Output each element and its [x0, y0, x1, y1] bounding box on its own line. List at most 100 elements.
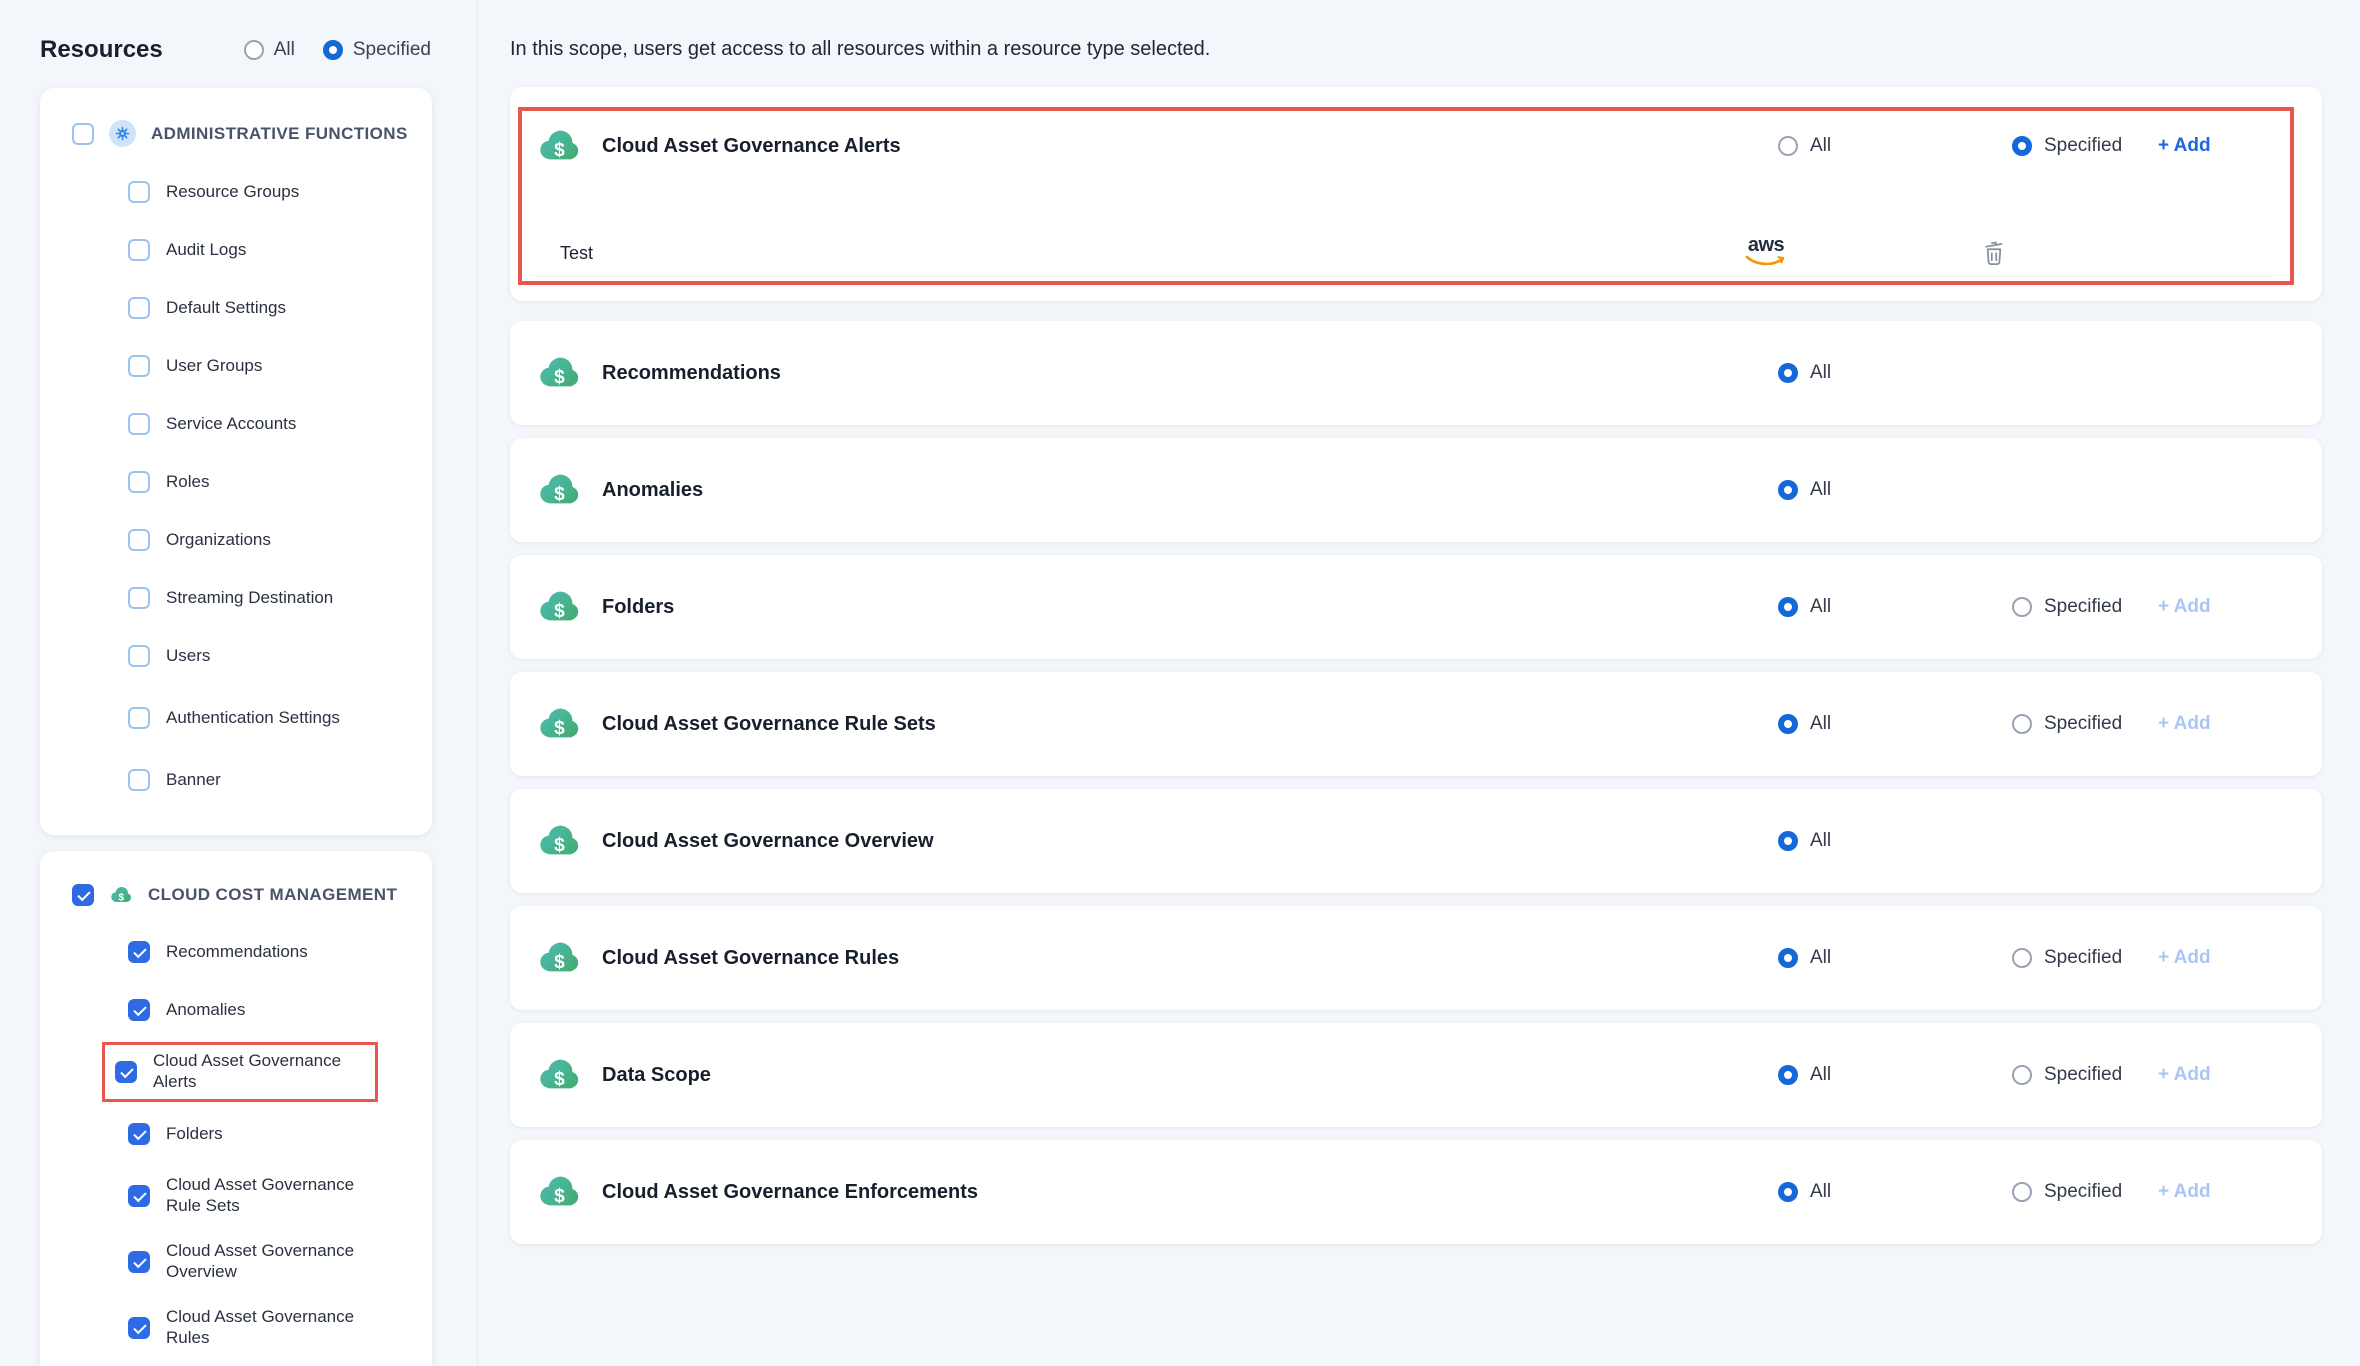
- checkbox-resource-groups[interactable]: [128, 181, 150, 203]
- svg-text:$: $: [554, 1069, 565, 1090]
- specified-label: Specified: [2044, 947, 2122, 969]
- sidebar-item-cloud-asset-governance-overview: Cloud Asset Governance Overview: [40, 1229, 432, 1295]
- svg-text:$: $: [554, 1186, 565, 1207]
- checkbox-cloud-asset-governance-overview[interactable]: [128, 1251, 150, 1273]
- checkbox-service-accounts[interactable]: [128, 413, 150, 435]
- resource-row-header: $ Cloud Asset Governance Rules All Specifie…: [510, 906, 2322, 1010]
- checkbox-recommendations[interactable]: [128, 941, 150, 963]
- checkbox-cloud-asset-governance-rules[interactable]: [128, 1317, 150, 1339]
- scope-all-radio[interactable]: [244, 40, 264, 60]
- all-option: All: [1778, 906, 1831, 1010]
- resource-row-header: $AnomaliesAll: [510, 438, 2322, 542]
- checkbox-default-settings[interactable]: [128, 297, 150, 319]
- trash-icon[interactable]: [1980, 239, 2008, 267]
- resource-scope-main: In this scope, users get access to all r…: [478, 0, 2360, 1366]
- resource-type-name: Cloud Asset Governance Rule Sets: [602, 713, 936, 736]
- add-button[interactable]: + Add: [2158, 1023, 2211, 1127]
- svg-text:$: $: [554, 601, 565, 622]
- resource-row-header: $Cloud Asset Governance AlertsAllSpecifi…: [510, 87, 2322, 205]
- add-button[interactable]: + Add: [2158, 555, 2211, 659]
- specified-option: Specified: [2012, 1023, 2122, 1127]
- svg-text:$: $: [554, 952, 565, 973]
- specified-label: Specified: [2044, 1181, 2122, 1203]
- checkbox-cloud-asset-governance-alerts[interactable]: [115, 1061, 137, 1083]
- specified-radio[interactable]: [2012, 714, 2032, 734]
- scope-option-specified: Specified: [323, 39, 431, 61]
- specified-radio[interactable]: [2012, 136, 2032, 156]
- checkbox-audit-logs[interactable]: [128, 239, 150, 261]
- resources-sidebar: Resources All Specified ADMINISTRATIVE F…: [0, 0, 478, 1366]
- specified-radio[interactable]: [2012, 1182, 2032, 1202]
- all-option: All: [1778, 1023, 1831, 1127]
- resource-row-header: $RecommendationsAll: [510, 321, 2322, 425]
- all-option: All: [1778, 1140, 1831, 1244]
- resource-row-cloud-asset-governance-rules: $ Cloud Asset Governance Rules All Specifie…: [510, 906, 2322, 1010]
- scope-option-all: All: [244, 39, 295, 61]
- all-radio[interactable]: [1778, 363, 1798, 383]
- add-button[interactable]: + Add: [2158, 672, 2211, 776]
- checkbox-roles[interactable]: [128, 471, 150, 493]
- resource-type-name: Cloud Asset Governance Enforcements: [602, 1181, 978, 1204]
- sidebar-item-authentication-settings: Authentication Settings: [40, 685, 432, 751]
- specified-radio[interactable]: [2012, 1065, 2032, 1085]
- all-radio[interactable]: [1778, 714, 1798, 734]
- cloud-cost-management-checkbox[interactable]: [72, 884, 94, 906]
- all-radio[interactable]: [1778, 480, 1798, 500]
- administrative-functions-checkbox[interactable]: [72, 123, 94, 145]
- all-option: All: [1778, 321, 1831, 425]
- svg-text:$: $: [554, 140, 565, 161]
- specified-radio[interactable]: [2012, 597, 2032, 617]
- add-button[interactable]: + Add: [2158, 1140, 2211, 1244]
- all-option: All: [1778, 87, 1831, 205]
- add-button[interactable]: + Add: [2158, 87, 2211, 205]
- all-label: All: [1810, 947, 1831, 969]
- cloud-dollar-icon: $: [109, 883, 133, 907]
- checkbox-folders[interactable]: [128, 1123, 150, 1145]
- sidebar-item-organizations: Organizations: [40, 511, 432, 569]
- sidebar-item-cloud-asset-governance-alerts: Cloud Asset Governance Alerts: [40, 1039, 432, 1105]
- checkbox-banner[interactable]: [128, 769, 150, 791]
- checkbox-users[interactable]: [128, 645, 150, 667]
- cloud-dollar-icon: $: [536, 584, 582, 630]
- all-radio[interactable]: [1778, 136, 1798, 156]
- cloud-dollar-icon: $: [536, 818, 582, 864]
- sidebar-item-user-groups: User Groups: [40, 337, 432, 395]
- checkbox-user-groups[interactable]: [128, 355, 150, 377]
- specified-option: Specified: [2012, 1140, 2122, 1244]
- all-radio[interactable]: [1778, 1065, 1798, 1085]
- all-label: All: [1810, 596, 1831, 618]
- all-radio[interactable]: [1778, 597, 1798, 617]
- sidebar-item-recommendations: Recommendations: [40, 923, 432, 981]
- checkbox-authentication-settings[interactable]: [128, 707, 150, 729]
- resource-row-cloud-asset-governance-enforcements: $ Cloud Asset Governance Enforcements All S…: [510, 1140, 2322, 1244]
- sidebar-item-cloud-asset-governance-rule-sets: Cloud Asset Governance Rule Sets: [40, 1163, 432, 1229]
- checkbox-anomalies[interactable]: [128, 999, 150, 1021]
- sidebar-item-label: Resource Groups: [166, 182, 299, 203]
- gear-icon: [109, 120, 136, 147]
- all-option: All: [1778, 672, 1831, 776]
- scope-specified-radio[interactable]: [323, 40, 343, 60]
- resource-row-recommendations: $RecommendationsAll: [510, 321, 2322, 425]
- specified-item-name: Test: [560, 243, 593, 264]
- sidebar-item-label: Cloud Asset Governance Overview: [166, 1241, 378, 1282]
- all-radio[interactable]: [1778, 831, 1798, 851]
- checkbox-streaming-destination[interactable]: [128, 587, 150, 609]
- sidebar-item-audit-logs: Audit Logs: [40, 221, 432, 279]
- cloud-cost-management-group: $CLOUD COST MANAGEMENTRecommendationsAno…: [40, 851, 432, 1366]
- checkbox-organizations[interactable]: [128, 529, 150, 551]
- sidebar-item-label: Roles: [166, 472, 209, 493]
- cloud-dollar-icon: $: [536, 123, 582, 169]
- cloud-dollar-icon: $: [536, 935, 582, 981]
- add-button[interactable]: + Add: [2158, 906, 2211, 1010]
- all-radio[interactable]: [1778, 948, 1798, 968]
- resources-header: Resources All Specified: [0, 0, 477, 64]
- specified-radio[interactable]: [2012, 948, 2032, 968]
- sidebar-item-roles: Roles: [40, 453, 432, 511]
- resource-row-cloud-asset-governance-alerts: $Cloud Asset Governance AlertsAllSpecifi…: [510, 87, 2322, 301]
- specified-option: Specified: [2012, 672, 2122, 776]
- resource-type-name: Cloud Asset Governance Overview: [602, 830, 934, 853]
- checkbox-cloud-asset-governance-rule-sets[interactable]: [128, 1185, 150, 1207]
- scope-all-label: All: [274, 39, 295, 61]
- resource-type-name: Cloud Asset Governance Rules: [602, 947, 899, 970]
- all-radio[interactable]: [1778, 1182, 1798, 1202]
